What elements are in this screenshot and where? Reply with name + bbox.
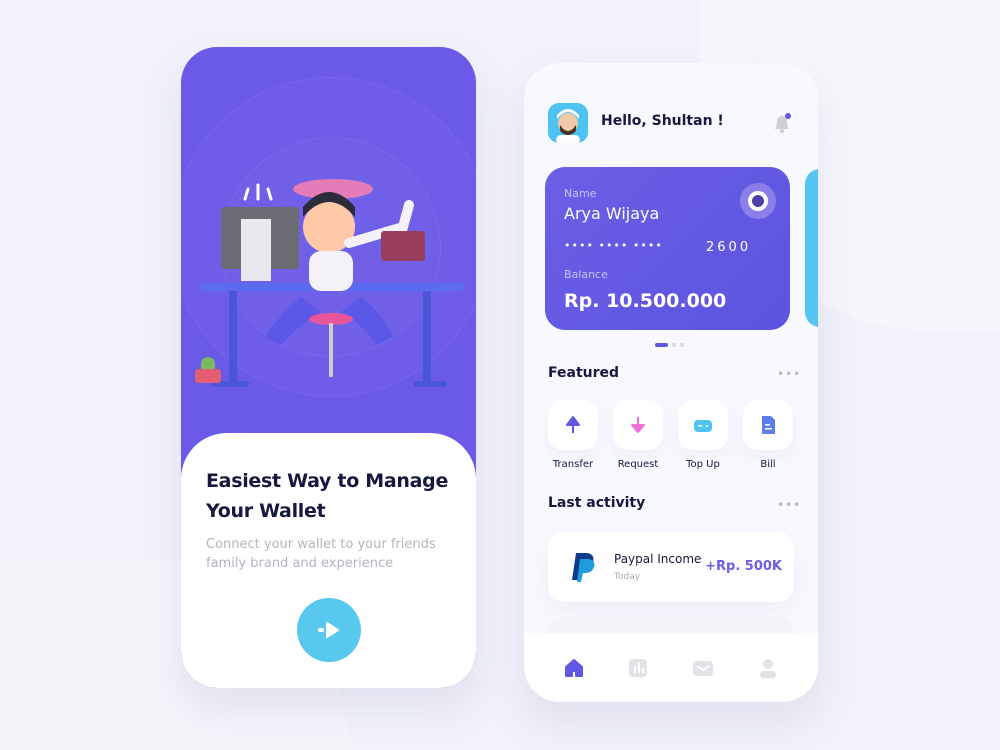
paypal-logo-icon — [572, 553, 595, 582]
feature-transfer[interactable]: Transfer — [548, 400, 598, 470]
page-dot[interactable] — [680, 343, 684, 347]
avatar[interactable] — [548, 103, 588, 143]
card-last4: 2600 — [706, 240, 752, 255]
page-dot[interactable] — [672, 343, 676, 347]
feature-label: Bill — [760, 459, 776, 470]
request-icon — [631, 417, 645, 433]
arrow-right-icon — [318, 622, 339, 638]
balance-label: Balance — [564, 268, 608, 281]
onboarding-title: Easiest Way to Manage Your Wallet — [206, 466, 448, 526]
balance-card[interactable]: Name Arya Wijaya •••• •••• •••• 2600 Bal… — [545, 167, 790, 330]
activity-title: Last activity — [548, 495, 646, 511]
featured-title: Featured — [548, 365, 620, 381]
next-button[interactable] — [297, 598, 361, 662]
mail-icon[interactable] — [692, 658, 714, 678]
feature-request[interactable]: Request — [613, 400, 663, 470]
home-screen: Hello, Shultan ! Name Arya Wijaya •••• •… — [524, 63, 818, 702]
activity-title-text: Paypal Income — [614, 552, 702, 566]
subtitle-line: family brand and experience — [206, 556, 394, 571]
card-holder-name: Arya Wijaya — [564, 204, 660, 223]
profile-icon[interactable] — [758, 658, 778, 678]
card-brand-icon — [740, 183, 776, 219]
feature-topup[interactable]: Top Up — [678, 400, 728, 470]
home-icon[interactable] — [564, 658, 584, 678]
activity-date: Today — [614, 572, 641, 582]
notification-button[interactable] — [772, 113, 792, 139]
page-dot-active[interactable] — [655, 343, 668, 347]
activity-item[interactable]: Paypal Income Today +Rp. 500K — [548, 532, 794, 602]
next-card[interactable] — [805, 169, 818, 327]
greeting: Hello, Shultan ! — [601, 113, 724, 129]
subtitle-line: Connect your wallet to your friends — [206, 537, 436, 552]
bell-icon — [775, 113, 791, 133]
onboarding-subtitle: Connect your wallet to your friends famil… — [206, 535, 436, 573]
bill-icon — [762, 416, 775, 434]
name-label: Name — [564, 187, 597, 200]
activity-more-button[interactable]: ••• — [777, 498, 801, 512]
illustration-workspace — [195, 179, 463, 387]
onboarding-sheet: Easiest Way to Manage Your Wallet Connect… — [181, 433, 476, 688]
stats-icon[interactable] — [628, 658, 648, 678]
onboarding-screen: Easiest Way to Manage Your Wallet Connect… — [181, 47, 476, 688]
feature-label: Top Up — [686, 459, 720, 470]
feature-label: Request — [617, 459, 659, 470]
activity-amount: +Rp. 500K — [705, 559, 782, 574]
card-pagination — [655, 343, 684, 347]
gamepad-icon — [694, 420, 712, 432]
featured-more-button[interactable]: ••• — [777, 367, 801, 381]
feature-label: Transfer — [552, 459, 594, 470]
feature-bill[interactable]: Bill — [743, 400, 793, 470]
transfer-icon — [566, 416, 580, 433]
title-line: Your Wallet — [206, 500, 326, 522]
card-number-masked: •••• •••• •••• — [564, 239, 663, 252]
bottom-nav — [524, 633, 818, 702]
balance-amount: Rp. 10.500.000 — [564, 290, 727, 312]
title-line: Easiest Way to Manage — [206, 470, 449, 492]
